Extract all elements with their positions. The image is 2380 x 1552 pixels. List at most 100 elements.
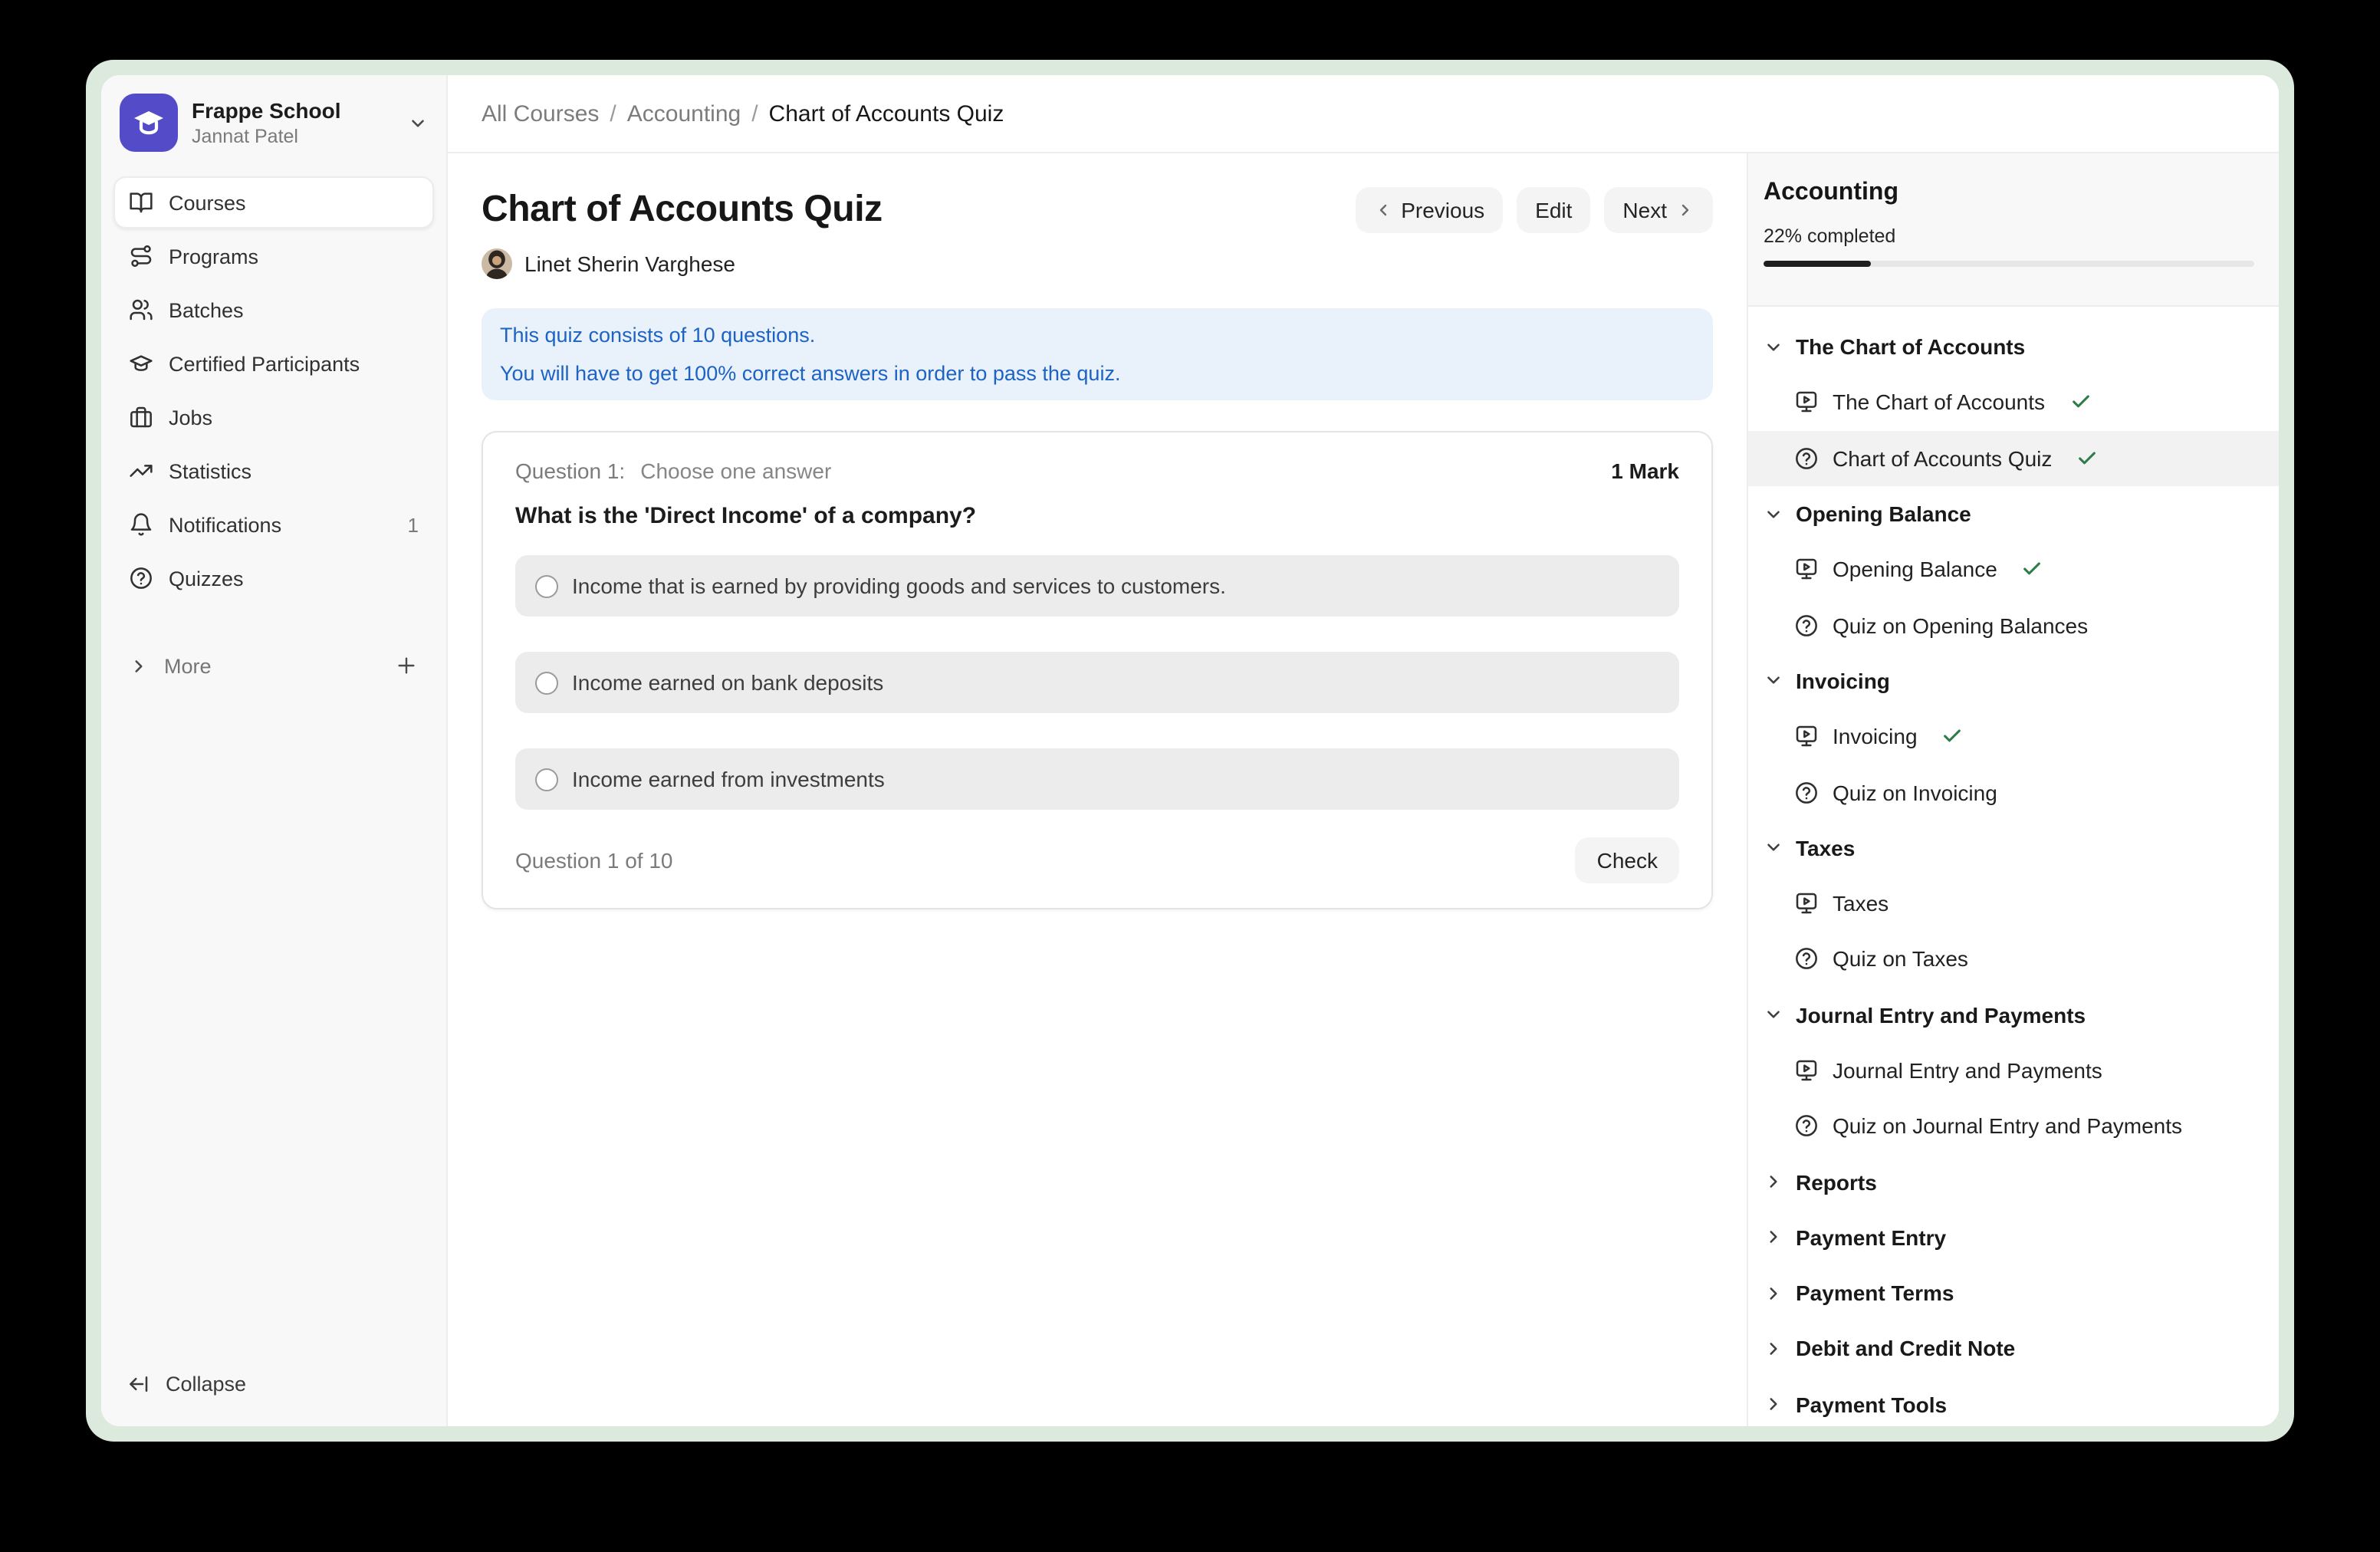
- sidebar-item-label: Batches: [169, 298, 244, 321]
- outline-lesson-invoicing[interactable]: Invoicing: [1748, 709, 2279, 764]
- breadcrumb: All Courses / Accounting / Chart of Acco…: [448, 75, 2279, 153]
- breadcrumb-accounting[interactable]: Accounting: [627, 100, 741, 127]
- check-button[interactable]: Check: [1576, 837, 1679, 883]
- outline-item-label: Invoicing: [1833, 724, 1918, 748]
- collapse-label: Collapse: [166, 1372, 246, 1395]
- main-content: Chart of Accounts Quiz Previous Edit: [448, 153, 1747, 1426]
- sidebar-item-quizzes[interactable]: Quizzes: [113, 552, 434, 604]
- question-instruction: Choose one answer: [640, 459, 831, 483]
- chevron-down-icon: [1764, 671, 1783, 691]
- outline-quiz-chart-of-accounts-quiz[interactable]: Chart of Accounts Quiz: [1748, 430, 2279, 486]
- outline-section-label: Payment Tools: [1796, 1393, 1947, 1417]
- monitor-play-icon: [1794, 1058, 1819, 1083]
- outline-section-label: The Chart of Accounts: [1796, 334, 2025, 359]
- body-row: Chart of Accounts Quiz Previous Edit: [448, 153, 2279, 1426]
- outline-section-journal-entry-and-payments[interactable]: Journal Entry and Payments: [1748, 987, 2279, 1043]
- next-button[interactable]: Next: [1604, 187, 1713, 233]
- outline-lesson-opening-balance[interactable]: Opening Balance: [1748, 541, 2279, 597]
- outline-lesson-taxes[interactable]: Taxes: [1748, 876, 2279, 932]
- check-icon: [2069, 392, 2091, 413]
- sidebar-item-statistics[interactable]: Statistics: [113, 445, 434, 497]
- graduation-cap-icon: [129, 351, 153, 376]
- sidebar-item-courses[interactable]: Courses: [113, 176, 434, 229]
- center-column: All Courses / Accounting / Chart of Acco…: [448, 75, 2279, 1426]
- plus-icon[interactable]: [394, 653, 419, 678]
- chevron-down-icon: [1764, 1005, 1783, 1024]
- radio-button[interactable]: [535, 768, 558, 791]
- outline-quiz-quiz-on-taxes[interactable]: Quiz on Taxes: [1748, 932, 2279, 988]
- answer-option-label: Income earned on bank deposits: [572, 670, 883, 695]
- outline-section-invoicing[interactable]: Invoicing: [1748, 653, 2279, 709]
- outline-quiz-quiz-on-invoicing[interactable]: Quiz on Invoicing: [1748, 764, 2279, 820]
- outline-section-reports[interactable]: Reports: [1748, 1154, 2279, 1210]
- outline-quiz-quiz-on-opening-balances[interactable]: Quiz on Opening Balances: [1748, 597, 2279, 653]
- left-sidebar: Frappe School Jannat Patel Courses Progr…: [101, 75, 448, 1426]
- sidebar-item-batches[interactable]: Batches: [113, 284, 434, 336]
- previous-button[interactable]: Previous: [1355, 187, 1503, 233]
- banner-line-2: You will have to get 100% correct answer…: [500, 354, 1695, 393]
- answer-option-3[interactable]: Income earned from investments: [515, 748, 1679, 810]
- answer-options: Income that is earned by providing goods…: [515, 555, 1679, 810]
- chevron-down-icon: [1764, 838, 1783, 858]
- outline-item-label: Quiz on Invoicing: [1833, 780, 1997, 804]
- chevron-left-icon: [1373, 201, 1392, 219]
- outline-lesson-the-chart-of-accounts[interactable]: The Chart of Accounts: [1748, 375, 2279, 431]
- help-circle-icon: [129, 566, 153, 590]
- sidebar-more-section: More: [101, 606, 446, 693]
- course-progress-label: 22% completed: [1764, 225, 2254, 247]
- trending-up-icon: [129, 459, 153, 483]
- outline-item-label: Quiz on Taxes: [1833, 947, 1968, 972]
- collapse-sidebar-button[interactable]: Collapse: [101, 1350, 446, 1426]
- outline-lesson-journal-entry-and-payments[interactable]: Journal Entry and Payments: [1748, 1043, 2279, 1099]
- outline-section-the-chart-of-accounts[interactable]: The Chart of Accounts: [1748, 319, 2279, 375]
- instructor-avatar: [482, 248, 512, 279]
- answer-option-2[interactable]: Income earned on bank deposits: [515, 652, 1679, 713]
- radio-button[interactable]: [535, 574, 558, 597]
- question-text: What is the 'Direct Income' of a company…: [515, 503, 1679, 529]
- chevron-right-icon: [1764, 1339, 1783, 1359]
- page-title: Chart of Accounts Quiz: [482, 189, 883, 232]
- outline-section-opening-balance[interactable]: Opening Balance: [1748, 486, 2279, 542]
- outline-section-label: Taxes: [1796, 836, 1855, 860]
- frappe-school-logo: [120, 94, 178, 152]
- course-title: Accounting: [1764, 179, 2254, 207]
- outline-item-label: Chart of Accounts Quiz: [1833, 446, 2052, 470]
- outline-section-debit-and-credit-note[interactable]: Debit and Credit Note: [1748, 1321, 2279, 1377]
- outline-section-taxes[interactable]: Taxes: [1748, 820, 2279, 876]
- breadcrumb-all-courses[interactable]: All Courses: [482, 100, 599, 127]
- sidebar-item-jobs[interactable]: Jobs: [113, 391, 434, 443]
- help-circle-icon: [1794, 947, 1819, 972]
- chevron-right-icon: [1764, 1228, 1783, 1248]
- pagination-buttons: Previous Edit Next: [1355, 187, 1713, 233]
- graduation-cap-icon: [130, 104, 167, 141]
- workspace-title: Frappe School: [192, 97, 394, 123]
- outline-section-payment-tools[interactable]: Payment Tools: [1748, 1376, 2279, 1426]
- question-progress: Question 1 of 10: [515, 848, 673, 873]
- sidebar-item-more[interactable]: More: [113, 640, 434, 692]
- help-circle-icon: [1794, 1114, 1819, 1139]
- sidebar-menu: Courses Programs Batches Certified Parti…: [101, 164, 446, 606]
- outline-quiz-quiz-on-journal-entry-and-payments[interactable]: Quiz on Journal Entry and Payments: [1748, 1098, 2279, 1154]
- radio-button[interactable]: [535, 671, 558, 694]
- desktop-background: Frappe School Jannat Patel Courses Progr…: [0, 0, 2380, 1552]
- app-window-frame: Frappe School Jannat Patel Courses Progr…: [86, 60, 2294, 1442]
- outline-item-label: Journal Entry and Payments: [1833, 1058, 2102, 1083]
- answer-option-1[interactable]: Income that is earned by providing goods…: [515, 555, 1679, 617]
- workspace-switcher[interactable]: Frappe School Jannat Patel: [101, 75, 446, 164]
- sidebar-item-notifications[interactable]: Notifications 1: [113, 498, 434, 551]
- collapse-arrow-icon: [127, 1372, 150, 1395]
- course-progress-fill: [1764, 261, 1872, 267]
- users-icon: [129, 298, 153, 322]
- outline-item-label: Opening Balance: [1833, 557, 1997, 582]
- sidebar-item-label: Statistics: [169, 459, 251, 482]
- more-label: More: [164, 654, 212, 677]
- outline-section-payment-terms[interactable]: Payment Terms: [1748, 1265, 2279, 1321]
- outline-section-label: Reports: [1796, 1169, 1877, 1194]
- sidebar-item-certified-participants[interactable]: Certified Participants: [113, 337, 434, 390]
- sidebar-item-label: Certified Participants: [169, 352, 360, 375]
- outline-section-payment-entry[interactable]: Payment Entry: [1748, 1210, 2279, 1266]
- sidebar-item-programs[interactable]: Programs: [113, 230, 434, 282]
- chevron-right-icon: [1764, 1283, 1783, 1303]
- edit-button[interactable]: Edit: [1517, 187, 1590, 233]
- banner-line-1: This quiz consists of 10 questions.: [500, 316, 1695, 354]
